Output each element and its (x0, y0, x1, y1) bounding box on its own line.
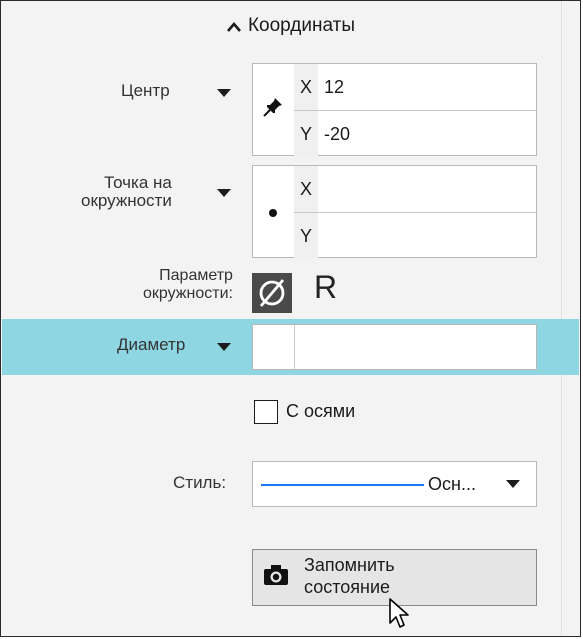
circle-point-y-row: Y (294, 212, 536, 259)
circle-point-label: Точка на окружности (81, 174, 172, 210)
dot-icon (269, 209, 277, 217)
diameter-dropdown-arrow-icon[interactable] (217, 343, 231, 351)
circle-param-label-line2: окружности: (143, 285, 233, 302)
diameter-field (252, 324, 537, 370)
circle-point-coordinates: X Y (252, 165, 537, 259)
center-x-axis-label: X (294, 64, 318, 110)
circle-point-label-line1: Точка на (104, 173, 172, 192)
center-pin-button[interactable] (253, 64, 295, 155)
camera-icon (264, 565, 288, 585)
center-label: Центр (121, 81, 170, 100)
diameter-lock-cell[interactable] (253, 325, 295, 369)
center-x-input[interactable]: 12 (324, 64, 344, 110)
save-state-line2: состояние (304, 577, 391, 597)
circle-point-dropdown-arrow-icon[interactable] (217, 189, 231, 197)
center-coordinates: X 12 Y -20 (252, 63, 537, 157)
style-label: Стиль: (173, 473, 227, 492)
circle-point-x-row: X (294, 166, 536, 212)
style-line-preview (261, 484, 424, 486)
chevron-up-icon (226, 17, 242, 39)
center-y-row: Y -20 (294, 110, 536, 157)
diameter-option-button[interactable] (252, 273, 292, 313)
save-state-button-label: Запомнить состояние (304, 554, 395, 598)
center-y-input[interactable]: -20 (324, 111, 350, 157)
radius-option-button[interactable]: R (314, 269, 337, 306)
circle-point-y-axis-label: Y (294, 213, 318, 259)
pin-icon (263, 98, 282, 117)
style-select[interactable]: Осн... (252, 461, 537, 507)
circle-point-label-line2: окружности (81, 191, 172, 210)
section-title: Координаты (247, 15, 356, 36)
coordinates-section-header[interactable]: Координаты (1, 15, 580, 39)
style-dropdown-arrow-icon[interactable] (506, 480, 520, 488)
axes-checkbox-label[interactable]: С осями (286, 401, 355, 422)
axes-checkbox[interactable] (254, 400, 278, 424)
mouse-cursor-icon (389, 598, 409, 628)
parameters-panel: Координаты Центр X 12 Y -20 Точка на окр… (0, 0, 581, 637)
style-value: Осн... (428, 474, 476, 494)
circle-param-label-line1: Параметр (159, 267, 233, 284)
save-state-line1: Запомнить (304, 555, 395, 575)
circle-point-x-axis-label: X (294, 166, 318, 212)
circle-param-label: Параметр окружности: (143, 267, 233, 303)
center-dropdown-arrow-icon[interactable] (217, 89, 231, 97)
center-x-row: X 12 (294, 64, 536, 110)
diameter-icon (259, 279, 285, 307)
circle-point-button[interactable] (253, 166, 295, 257)
center-y-axis-label: Y (294, 111, 318, 157)
diameter-label: Диаметр (117, 335, 186, 354)
